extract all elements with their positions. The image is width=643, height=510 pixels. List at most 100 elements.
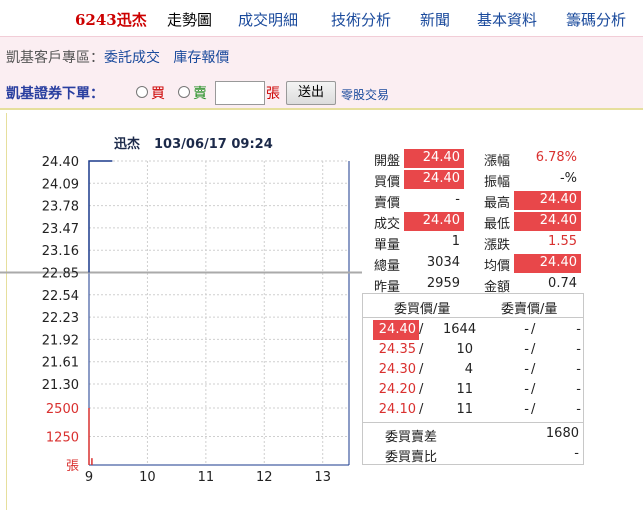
- order-book-divider: [363, 422, 583, 423]
- bid-slash: /: [419, 382, 424, 397]
- sell-radio[interactable]: [178, 86, 190, 98]
- ask-volume: -: [576, 362, 581, 377]
- ask-volume: -: [576, 322, 581, 337]
- ask-slash: /: [531, 342, 536, 357]
- quote-value: 24.40: [514, 191, 581, 210]
- quote-label: 振幅: [484, 175, 511, 190]
- quote-value: -%: [559, 171, 577, 186]
- quote-label: 均價: [484, 259, 511, 274]
- ask-slash: /: [531, 322, 536, 337]
- quote-value: 2959: [426, 276, 460, 291]
- price-tick-label: 24.40: [42, 155, 79, 170]
- tab-chip-analysis[interactable]: 籌碼分析: [566, 9, 626, 30]
- quote-value: 24.40: [404, 149, 464, 168]
- quote-label: 漲跌: [484, 238, 511, 253]
- tab-technical-analysis[interactable]: 技術分析: [331, 9, 391, 30]
- quote-row: 總量 3034 均價 24.40: [362, 252, 584, 274]
- price-chart: 24.40 24.09 23.78 23.47 23.16 22.85 22.54 22.23…: [0, 155, 362, 485]
- bid-price: 24.40: [373, 320, 419, 340]
- bid-price: 24.35: [378, 342, 416, 357]
- ask-slash: /: [531, 362, 536, 377]
- price-tick-label: 21.30: [42, 378, 79, 393]
- quote-value: 24.40: [404, 170, 464, 189]
- submit-button[interactable]: 送出: [286, 81, 336, 105]
- buy-radio[interactable]: [136, 86, 148, 98]
- ask-volume: -: [576, 382, 581, 397]
- price-tick-label: 24.09: [42, 177, 79, 192]
- tab-news[interactable]: 新聞: [420, 9, 450, 30]
- order-book-row: 24.20/11- / -: [363, 380, 583, 400]
- price-tick-label: 23.78: [42, 200, 79, 215]
- quote-value: 1.55: [548, 234, 577, 249]
- odd-lot-link[interactable]: 零股交易: [341, 86, 389, 103]
- ask-header: 委賣價/量: [501, 302, 558, 317]
- quote-value: 1: [451, 234, 460, 249]
- quote-value: 3034: [426, 255, 460, 270]
- tab-trade-details[interactable]: 成交明細: [238, 9, 298, 30]
- quote-row: 昨量 2959 金額 0.74: [362, 273, 584, 295]
- ask-slash: /: [531, 402, 536, 417]
- ask-price: -: [524, 322, 529, 337]
- buy-label: 買: [151, 86, 165, 102]
- orders-link[interactable]: 委託成交: [104, 50, 160, 66]
- quote-value: 24.40: [404, 212, 464, 231]
- order-book: 委買價/量 委賣價/量 委買賣差 1680 委買賣比 - 24.40/1644-…: [362, 293, 584, 465]
- time-tick-label: 10: [139, 470, 156, 485]
- quote-label: 最低: [484, 217, 511, 232]
- order-book-row: 24.10/11- / -: [363, 400, 583, 420]
- quote-row: 單量 1 漲跌 1.55: [362, 231, 584, 253]
- quote-value: 6.78%: [535, 150, 577, 165]
- price-tick-label: 22.23: [42, 311, 79, 326]
- quote-label: 買價: [374, 175, 401, 190]
- ask-price: -: [524, 402, 529, 417]
- quote-value: 0.74: [548, 276, 577, 291]
- quote-label: 開盤: [374, 154, 401, 169]
- bid-volume: 11: [456, 382, 473, 397]
- customer-zone: 凱基客戶專區：委託成交 庫存報價: [6, 47, 229, 67]
- time-tick-label: 13: [314, 470, 331, 485]
- diff-value: 1680: [545, 426, 579, 441]
- price-tick-label: 22.54: [42, 289, 79, 304]
- quote-value: 24.40: [514, 254, 581, 273]
- bid-slash: /: [419, 322, 424, 337]
- sell-label: 賣: [193, 86, 207, 102]
- quote-row: 成交 24.40 最低 24.40: [362, 210, 584, 232]
- ask-volume: -: [576, 342, 581, 357]
- bid-volume: 1644: [443, 322, 477, 337]
- bid-price: 24.30: [378, 362, 416, 377]
- order-form-title: 凱基證券下單：: [6, 86, 104, 102]
- bid-price: 24.10: [378, 402, 416, 417]
- top-nav: 6243迅杰 走勢圖 成交明細 技術分析 新聞 基本資料 籌碼分析: [0, 0, 643, 36]
- price-tick-label: 21.92: [42, 333, 79, 348]
- quote-row: 賣價 - 最高 24.40: [362, 189, 584, 211]
- tab-basic-info[interactable]: 基本資料: [477, 9, 537, 30]
- quote-label: 賣價: [374, 196, 401, 211]
- tab-trend[interactable]: 走勢圖: [167, 9, 212, 30]
- ratio-value: -: [574, 446, 579, 461]
- price-line: [88, 160, 113, 273]
- order-book-row: 24.35/10- / -: [363, 340, 583, 360]
- quote-value: 24.40: [514, 212, 581, 231]
- stock-title: 6243迅杰: [75, 11, 147, 29]
- quote-row: 買價 24.40 振幅 -%: [362, 168, 584, 190]
- customer-zone-label: 凱基客戶專區：: [6, 50, 104, 66]
- bid-header: 委買價/量: [394, 302, 451, 317]
- price-tick-label: 21.61: [42, 356, 79, 371]
- bid-slash: /: [419, 402, 424, 417]
- inventory-link[interactable]: 庫存報價: [173, 50, 229, 66]
- ask-price: -: [524, 342, 529, 357]
- quote-label: 成交: [374, 217, 401, 232]
- order-book-row: 24.40/1644- / -: [363, 320, 583, 340]
- ask-volume: -: [576, 402, 581, 417]
- quote-table: 開盤 24.40 漲幅 6.78% 買價 24.40 振幅 -% 賣價 - 最高 24.40 成交 24.…: [362, 147, 584, 295]
- bid-slash: /: [419, 342, 424, 357]
- quote-value: -: [455, 192, 460, 207]
- quantity-input[interactable]: [215, 81, 265, 105]
- ask-slash: /: [531, 382, 536, 397]
- quote-label: 漲幅: [484, 154, 511, 169]
- order-book-header: 委買價/量 委賣價/量: [363, 294, 583, 318]
- quote-label: 最高: [484, 196, 511, 211]
- bid-volume: 4: [464, 362, 473, 377]
- volume-tick-label: 張: [66, 459, 79, 474]
- volume-tick-label: 2500: [46, 402, 79, 417]
